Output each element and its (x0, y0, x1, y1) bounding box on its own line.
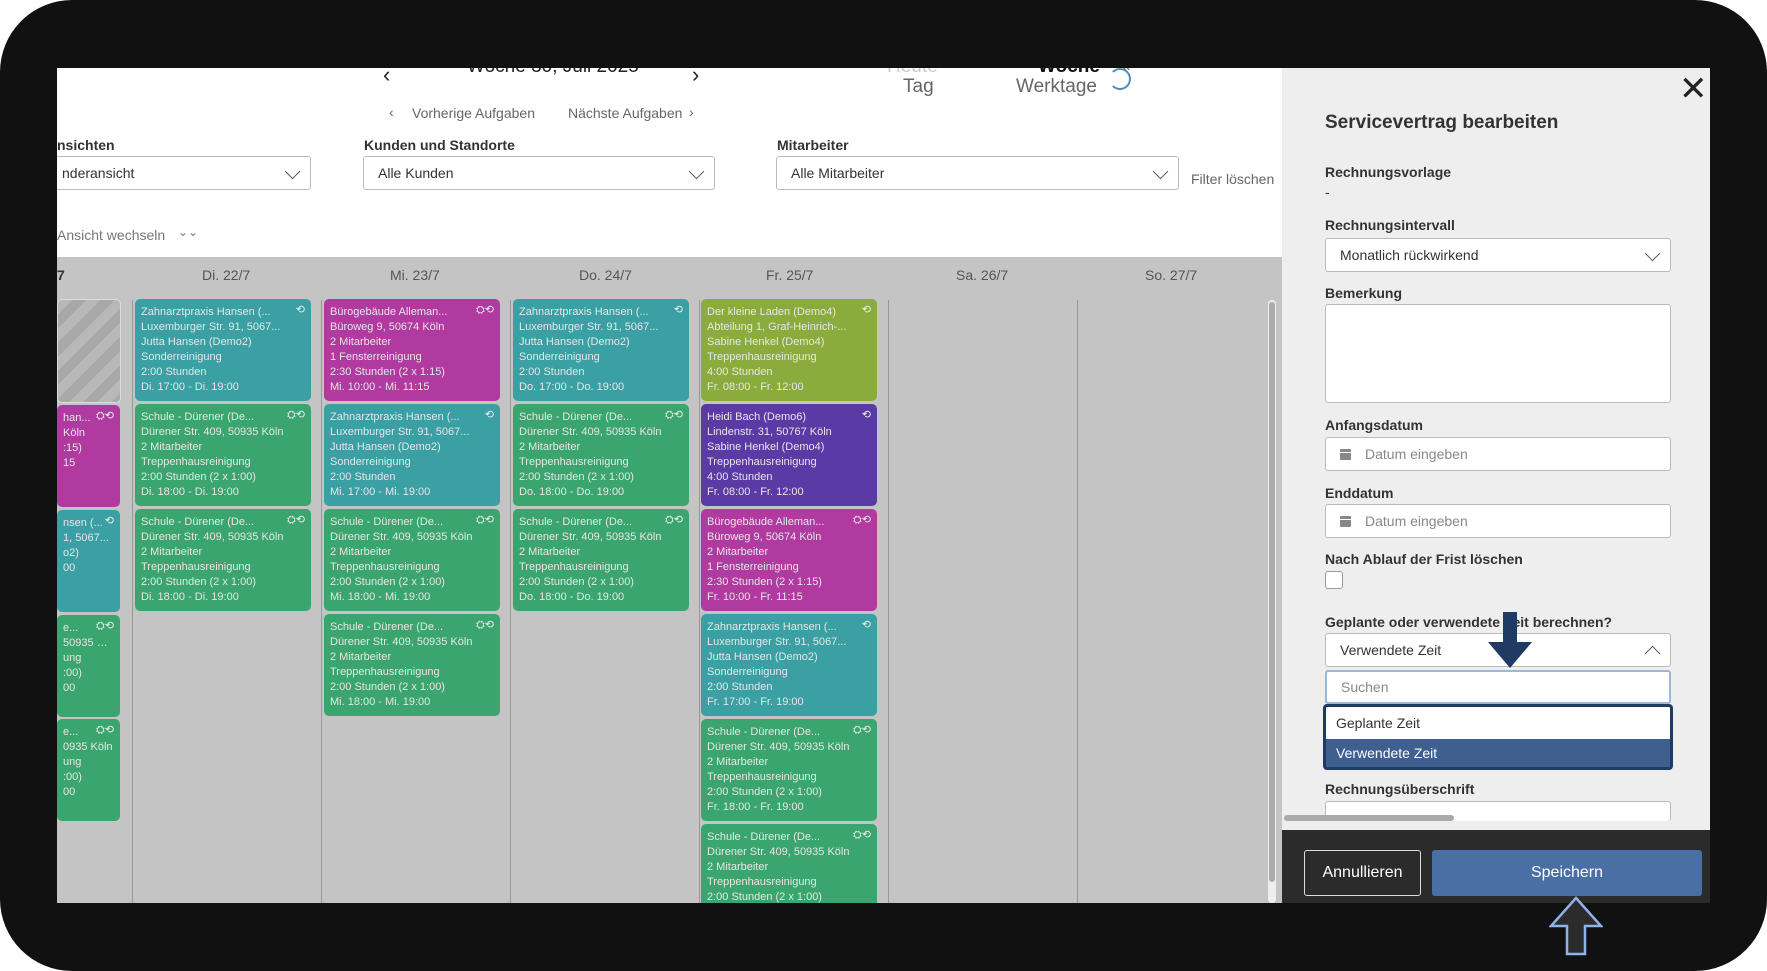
event-card[interactable]: ⟲ Zahnarztpraxis Hansen (... Luxemburger … (513, 299, 689, 401)
panel-title: Servicevertrag bearbeiten (1325, 112, 1559, 133)
column-divider (132, 300, 133, 903)
event-card[interactable]: ⛭⟲ Schule - Dürener (De... Dürener Str. 4… (324, 509, 500, 611)
event-card[interactable]: ⛭⟲ Schule - Dürener (De... Dürener Str. 4… (701, 824, 877, 903)
event-card[interactable]: ⟲ Zahnarztpraxis Hansen (... Luxemburger … (135, 299, 311, 401)
dropdown-options-list: Geplante Zeit Verwendete Zeit (1323, 704, 1673, 770)
day-header-sat: Sa. 26/7 (956, 267, 1009, 283)
next-tasks-link[interactable]: Nächste Aufgaben (568, 105, 682, 121)
event-card[interactable]: ⛭⟲ Schule - Dürener (De... Dürener Str. 4… (135, 509, 311, 611)
calendar-icon (1340, 448, 1351, 460)
day-header-thu: Do. 24/7 (579, 267, 632, 283)
views-select-value: nderansicht (62, 165, 135, 181)
view-workdays[interactable]: Werktage (1016, 76, 1097, 98)
close-icon[interactable]: ✕ (1679, 72, 1708, 106)
event-card[interactable]: ⛭⟲ Schule - Dürener (De... Dürener Str. 4… (513, 404, 689, 506)
event-card[interactable]: ⟲ Heidi Bach (Demo6) Lindenstr. 31, 50767… (701, 404, 877, 506)
time-calc-label: Geplante oder verwendete Zeit berechnen? (1325, 614, 1613, 630)
event-card[interactable]: ⟲ Zahnarztpraxis Hansen (... Luxemburger … (324, 404, 500, 506)
invoice-heading-label: Rechnungsüberschrift (1325, 781, 1475, 797)
chevron-down-icon (1152, 163, 1169, 180)
day-header-fri: Fr. 25/7 (766, 267, 814, 283)
prev-tasks-link[interactable]: Vorherige Aufgaben (412, 105, 535, 121)
delete-after-expiry-label: Nach Ablauf der Frist löschen (1325, 551, 1523, 567)
clear-filter-link[interactable]: Filter löschen (1191, 171, 1274, 187)
cancel-button[interactable]: Annullieren (1304, 850, 1421, 896)
time-calc-value: Verwendete Zeit (1340, 642, 1442, 658)
event-card[interactable]: ⛭⟲ Schule - Dürener (De... Dürener Str. 4… (135, 404, 311, 506)
day-header-mon: 7 (57, 267, 65, 283)
event-card[interactable]: ⛭⟲ e... 50935 Köln ung:00) 00 (57, 615, 120, 717)
dropdown-search-input[interactable]: Suchen (1325, 670, 1671, 704)
panel-scrollbar[interactable] (1284, 815, 1454, 821)
save-button[interactable]: Speichern (1432, 850, 1702, 896)
switch-view-link[interactable]: Ansicht wechseln (57, 227, 165, 243)
event-card[interactable]: ⛭⟲ Schule - Dürener (De... Dürener Str. 4… (324, 614, 500, 716)
employees-select[interactable]: Alle Mitarbeiter (776, 156, 1179, 190)
week-title: Woche 30, Juli 2025 (467, 68, 639, 78)
end-date-label: Enddatum (1325, 485, 1394, 501)
option-planned-time[interactable]: Geplante Zeit (1326, 709, 1670, 737)
views-select[interactable]: nderansicht (57, 156, 311, 190)
next-week-icon[interactable]: › (692, 68, 699, 88)
double-chevron-down-icon[interactable]: ⌄⌄ (178, 225, 198, 239)
remark-label: Bemerkung (1325, 285, 1403, 301)
column-divider (888, 300, 889, 903)
start-date-label: Anfangsdatum (1325, 417, 1423, 433)
invoice-template-value: - (1325, 184, 1330, 200)
event-card[interactable]: ⛭⟲ e... 0935 Köln ung:00) 00 (57, 719, 120, 821)
event-card[interactable]: ⛭⟲ han... Köln:15) 15 (57, 405, 120, 507)
view-day[interactable]: Tag (903, 76, 934, 98)
remark-textarea[interactable] (1325, 304, 1671, 403)
day-header-sun: So. 27/7 (1145, 267, 1198, 283)
chevron-up-icon (1644, 645, 1661, 662)
column-divider (1077, 300, 1078, 903)
invoice-template-label: Rechnungsvorlage (1325, 164, 1452, 180)
invoice-interval-select[interactable]: Monatlich rückwirkend (1325, 238, 1671, 272)
customers-select[interactable]: Alle Kunden (363, 156, 715, 190)
event-card[interactable]: ⟲ Der kleine Laden (Demo4) Abteilung 1, G… (701, 299, 877, 401)
end-date-placeholder: Datum eingeben (1365, 513, 1468, 529)
event-card[interactable]: ⛭⟲ Schule - Dürener (De... Dürener Str. 4… (513, 509, 689, 611)
employees-label: Mitarbeiter (777, 137, 849, 153)
edit-service-contract-panel: ✕ Servicevertrag bearbeiten Rechnungsvor… (1282, 68, 1710, 903)
end-date-input[interactable]: Datum eingeben (1325, 504, 1671, 538)
calendar-icon (1340, 515, 1351, 527)
event-card[interactable]: ⟲ nsen (... 1, 5067... o2) 00 (57, 510, 120, 612)
views-label: nsichten (57, 137, 115, 153)
column-divider (510, 300, 511, 903)
delete-after-expiry-checkbox[interactable] (1325, 571, 1343, 589)
up-arrow-icon (1549, 896, 1603, 956)
start-date-input[interactable]: Datum eingeben (1325, 437, 1671, 471)
panel-footer: Annullieren Speichern (1282, 830, 1710, 903)
customers-select-value: Alle Kunden (378, 165, 454, 181)
chevron-down-icon (284, 163, 301, 180)
day-header-wed: Mi. 23/7 (390, 267, 440, 283)
prev-tasks-chevron-icon[interactable]: ‹ (389, 104, 394, 120)
chevron-down-icon (688, 163, 705, 180)
event-card[interactable]: ⛭⟲ Bürogebäude Alleman... Büroweg 9, 5067… (324, 299, 500, 401)
event-card[interactable]: ⟲ Zahnarztpraxis Hansen (... Luxemburger … (701, 614, 877, 716)
start-date-placeholder: Datum eingeben (1365, 446, 1468, 462)
day-header-tue: Di. 22/7 (202, 267, 251, 283)
employees-select-value: Alle Mitarbeiter (791, 165, 885, 181)
event-card[interactable]: ⛭⟲ Schule - Dürener (De... Dürener Str. 4… (701, 719, 877, 821)
next-tasks-chevron-icon[interactable]: › (689, 104, 694, 120)
invoice-interval-value: Monatlich rückwirkend (1340, 247, 1479, 263)
blocked-slot (57, 299, 121, 403)
customers-label: Kunden und Standorte (364, 137, 515, 153)
app-screen: ‹ Woche 30, Juli 2025 › ‹ Vorherige Aufg… (57, 68, 1710, 903)
dropdown-search-placeholder: Suchen (1341, 679, 1389, 695)
event-card[interactable]: ⛭⟲ Bürogebäude Alleman... Büroweg 9, 5067… (701, 509, 877, 611)
grid-scrollbar[interactable] (1268, 300, 1276, 903)
column-divider (321, 300, 322, 903)
invoice-interval-label: Rechnungsintervall (1325, 217, 1455, 233)
refresh-icon[interactable] (1109, 68, 1131, 90)
option-used-time[interactable]: Verwendete Zeit (1326, 739, 1670, 767)
prev-week-icon[interactable]: ‹ (383, 68, 390, 88)
down-arrow-icon (1488, 612, 1532, 668)
column-divider (699, 300, 700, 903)
chevron-down-icon (1644, 245, 1661, 262)
